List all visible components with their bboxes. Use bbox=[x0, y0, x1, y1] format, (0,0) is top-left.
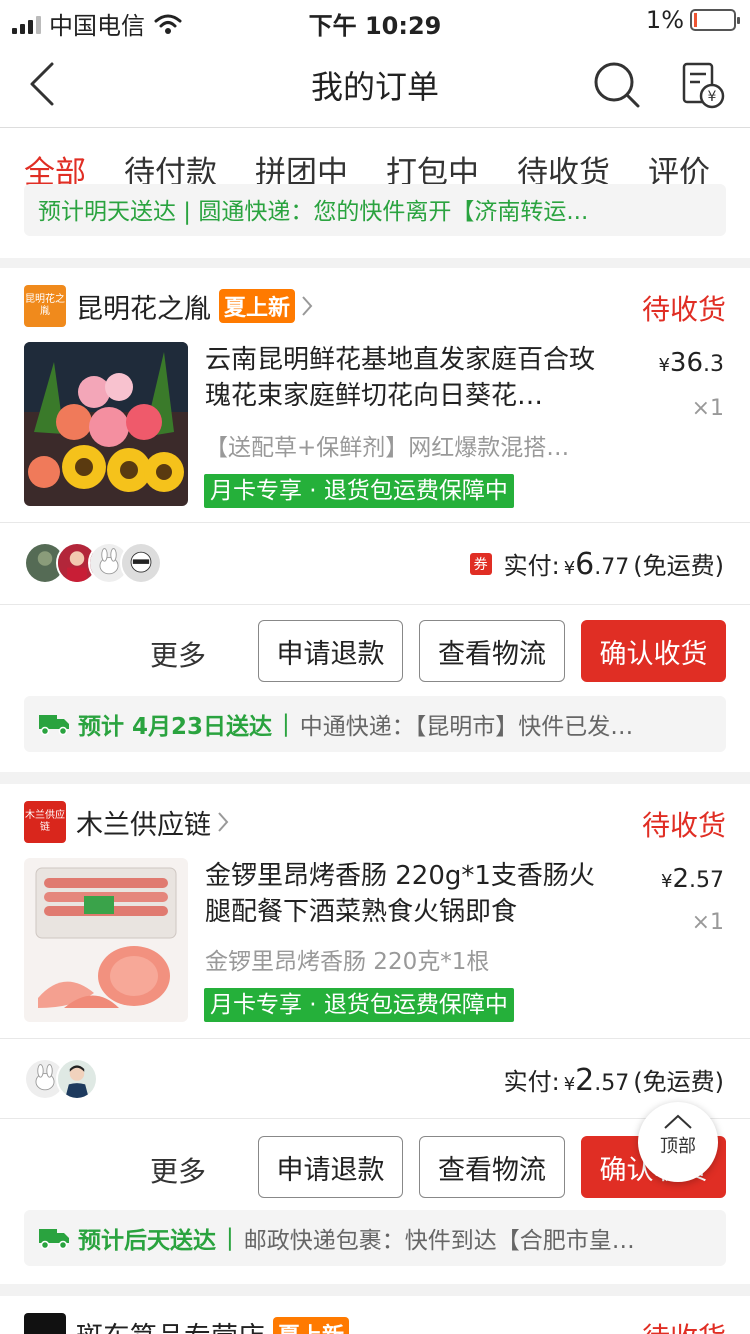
order-card: 斑东笃品专营店 夏上新 待收货 bbox=[0, 1296, 750, 1334]
perk-badge: 月卡专享 · 退货包运费保障中 bbox=[204, 474, 514, 508]
product-image[interactable] bbox=[24, 858, 188, 1022]
nav-bar: 我的订单 ¥ bbox=[0, 40, 750, 128]
refund-button[interactable]: 申请退款 bbox=[258, 1136, 403, 1198]
previous-logistics-bar[interactable]: 预计明天送达 | 圆通快递：您的快件离开【济南转运... bbox=[24, 184, 726, 236]
order-actions: 更多 申请退款 查看物流 确认收货 bbox=[0, 620, 750, 682]
avatar bbox=[120, 542, 162, 584]
refund-button[interactable]: 申请退款 bbox=[258, 620, 403, 682]
battery-group: 1% bbox=[645, 6, 740, 34]
search-icon[interactable] bbox=[592, 60, 642, 110]
shop-logo: 木兰供应链 bbox=[24, 801, 66, 843]
product-spec: 金锣里昂烤香肠 220克*1根 bbox=[205, 949, 490, 975]
product-price: ¥2.57 bbox=[661, 864, 724, 894]
back-to-top-button[interactable]: 顶部 bbox=[638, 1102, 718, 1182]
order-status: 待收货 bbox=[641, 293, 726, 326]
truck-icon bbox=[39, 1229, 69, 1250]
order-status: 待收货 bbox=[641, 809, 726, 842]
logistics-bar[interactable]: 预计后天送达 | 邮政快递包裹：快件到达【合肥市皇… bbox=[24, 1210, 726, 1266]
product-title[interactable]: 云南昆明鲜花基地直发家庭百合玫瑰花束家庭鲜切花向日葵花… bbox=[205, 342, 617, 414]
group-avatars[interactable] bbox=[24, 542, 162, 584]
previous-order-card: 预计明天送达 | 圆通快递：您的快件离开【济南转运... bbox=[0, 184, 750, 258]
status-bar: 中国电信 下午 10:29 1% bbox=[0, 0, 750, 40]
truck-icon bbox=[39, 715, 69, 736]
shop-row[interactable]: 斑东笃品专营店 夏上新 bbox=[24, 1312, 726, 1334]
chevron-right-icon bbox=[218, 812, 229, 832]
shop-row[interactable]: 木兰供应链 木兰供应链 bbox=[24, 800, 726, 844]
divider bbox=[0, 604, 750, 605]
avatar bbox=[56, 1058, 98, 1100]
coupon-icon: 券 bbox=[469, 553, 492, 575]
shop-name: 昆明花之胤 bbox=[76, 293, 211, 325]
separator: | bbox=[226, 1225, 234, 1251]
view-logistics-button[interactable]: 查看物流 bbox=[419, 1136, 565, 1198]
battery-percent: 1% bbox=[645, 6, 684, 34]
product-quantity: ×1 bbox=[691, 910, 724, 935]
shop-row[interactable]: 昆明花之胤 昆明花之胤 夏上新 bbox=[24, 284, 726, 328]
view-logistics-button[interactable]: 查看物流 bbox=[419, 620, 565, 682]
bill-icon[interactable]: ¥ bbox=[680, 60, 726, 110]
shop-logo: 昆明花之胤 bbox=[24, 285, 66, 327]
shop-logo bbox=[24, 1313, 66, 1334]
paid-amount: 实付: ¥2.57 (免运费) bbox=[503, 1063, 724, 1098]
logistics-bar[interactable]: 预计 4月23日送达 | 中通快递：【昆明市】快件已发… bbox=[24, 696, 726, 752]
order-card: 昆明花之胤 昆明花之胤 夏上新 待收货 云南昆明鲜花基地直发家庭百合玫瑰花束家庭… bbox=[0, 268, 750, 772]
logistics-info: 邮政快递包裹：快件到达【合肥市皇… bbox=[243, 1228, 635, 1254]
divider bbox=[0, 1038, 750, 1039]
order-card: 木兰供应链 木兰供应链 待收货 金锣里昂烤香肠 220g*1支香肠火腿配餐下酒菜… bbox=[0, 784, 750, 1284]
group-avatars[interactable] bbox=[24, 1058, 98, 1100]
status-time: 下午 10:29 bbox=[308, 12, 442, 40]
previous-logistics-text: 预计明天送达 | 圆通快递：您的快件离开【济南转运... bbox=[38, 199, 589, 225]
product-quantity: ×1 bbox=[691, 396, 724, 421]
product-title[interactable]: 金锣里昂烤香肠 220g*1支香肠火腿配餐下酒菜熟食火锅即食 bbox=[205, 858, 617, 930]
confirm-receipt-button[interactable]: 确认收货 bbox=[581, 620, 726, 682]
product-image[interactable] bbox=[24, 342, 188, 506]
paid-amount: 券 实付: ¥6.77 (免运费) bbox=[469, 546, 724, 582]
separator: | bbox=[282, 711, 290, 737]
shop-tag: 夏上新 bbox=[273, 1317, 350, 1334]
product-spec: 【送配草+保鲜剂】网红爆款混搭… bbox=[205, 435, 570, 461]
back-to-top-label: 顶部 bbox=[660, 1136, 696, 1157]
more-button[interactable]: 更多 bbox=[150, 1150, 206, 1190]
chevron-right-icon bbox=[302, 296, 313, 316]
logistics-info: 中通快递：【昆明市】快件已发… bbox=[299, 714, 634, 740]
chevron-up-icon bbox=[664, 1114, 692, 1129]
product-price: ¥36.3 bbox=[658, 348, 724, 378]
perk-badge: 月卡专享 · 退货包运费保障中 bbox=[204, 988, 514, 1022]
shop-tag: 夏上新 bbox=[219, 289, 296, 323]
more-button[interactable]: 更多 bbox=[150, 634, 206, 674]
shop-name: 木兰供应链 bbox=[76, 809, 211, 841]
divider bbox=[0, 1118, 750, 1119]
shop-name: 斑东笃品专营店 bbox=[76, 1315, 265, 1334]
svg-text:¥: ¥ bbox=[708, 89, 717, 105]
divider bbox=[0, 522, 750, 523]
eta-text: 预计 4月23日送达 bbox=[78, 714, 273, 740]
battery-icon bbox=[690, 9, 740, 31]
order-status: 待收货 bbox=[642, 1316, 726, 1334]
eta-text: 预计后天送达 bbox=[78, 1228, 216, 1254]
